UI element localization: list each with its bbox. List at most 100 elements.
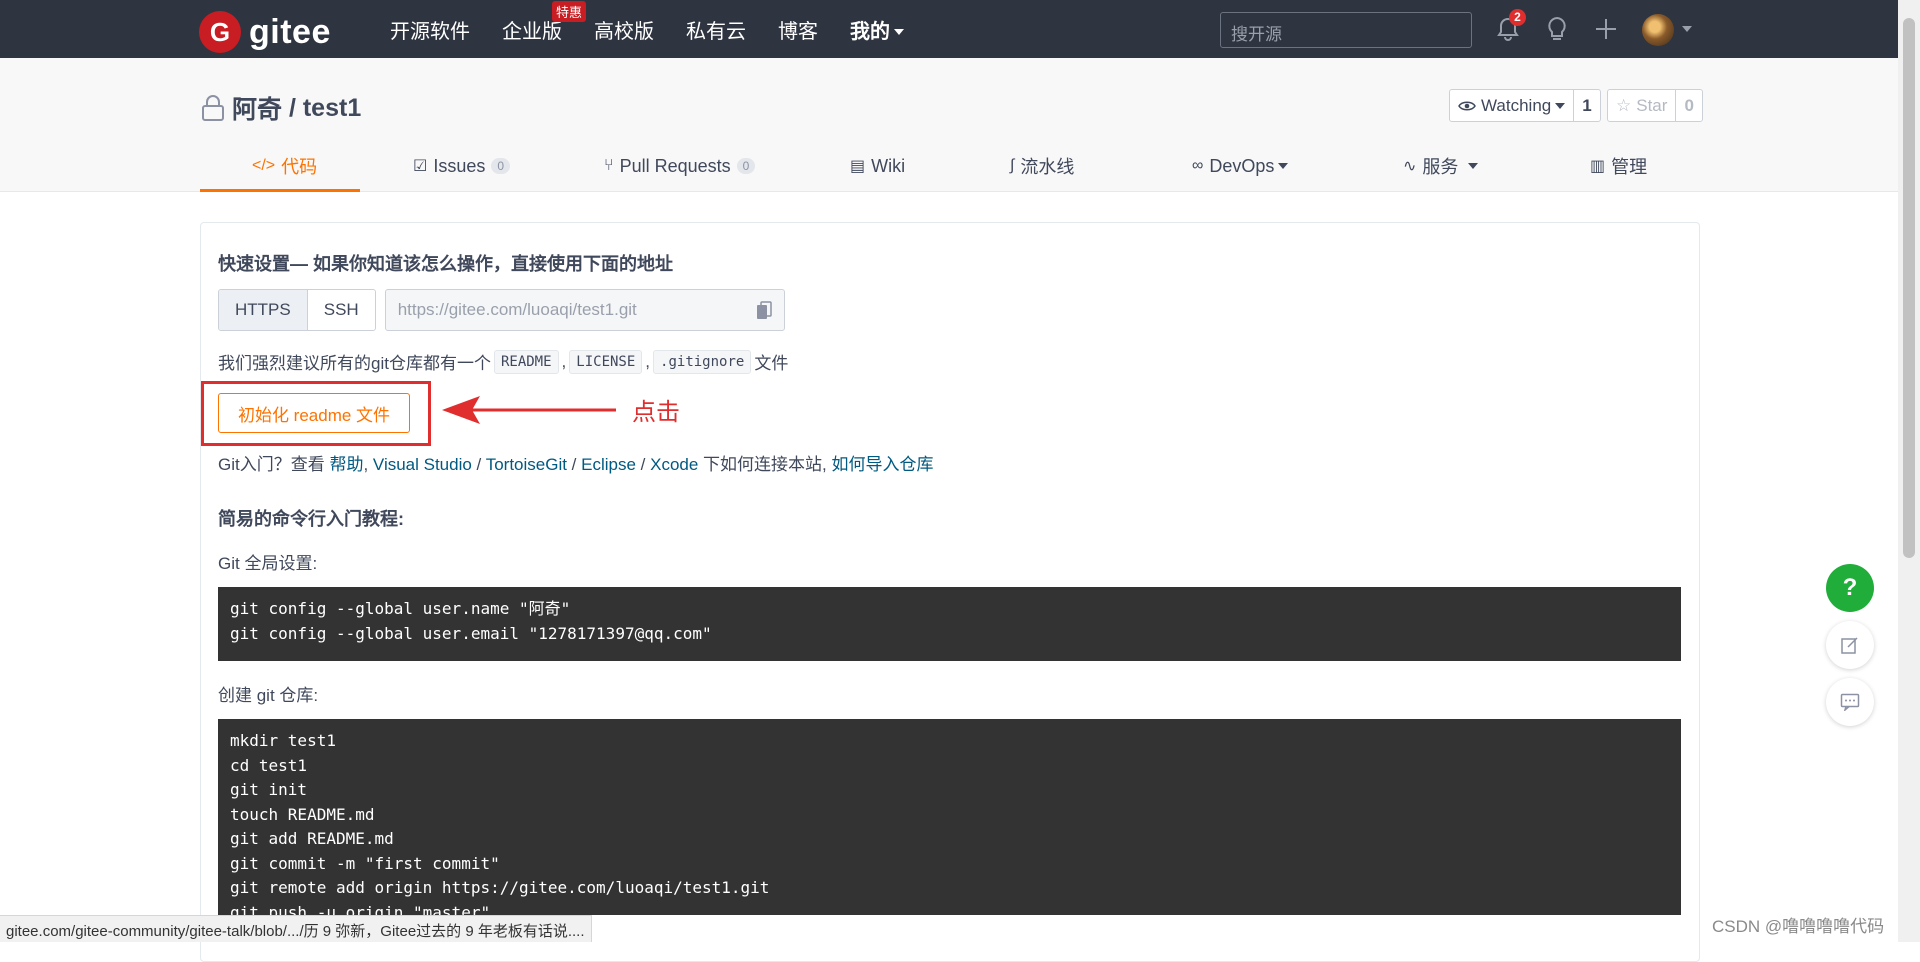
separator: / (471, 455, 486, 474)
global-settings-code: git config --global user.name "阿奇" git c… (218, 587, 1681, 661)
git-help-row: Git入门？查看 帮助, Visual Studio / TortoiseGit… (218, 450, 933, 475)
annotation-arrow-icon (442, 396, 616, 424)
repo-owner-link[interactable]: 阿奇 (232, 90, 282, 126)
main-nav: 开源软件 企业版 特惠 高校版 私有云 博客 我的 (390, 0, 936, 58)
code-line: git remote add origin https://gitee.com/… (230, 878, 770, 897)
nav-open-source[interactable]: 开源软件 (390, 15, 470, 44)
edit-icon (1841, 637, 1858, 654)
chat-icon (1840, 693, 1860, 711)
nav-education[interactable]: 高校版 (594, 15, 654, 44)
click-annotation: 点击 (632, 399, 680, 426)
license-chip: LICENSE (569, 349, 643, 374)
ssh-button[interactable]: SSH (308, 290, 375, 330)
tab-devops[interactable]: ∞ DevOps (1192, 140, 1289, 192)
scrollbar-thumb[interactable] (1903, 18, 1915, 558)
tab-manage[interactable]: ▥ 管理 (1590, 140, 1647, 192)
separator: / (635, 455, 651, 474)
visual-studio-link[interactable]: Visual Studio (373, 455, 472, 474)
nav-enterprise[interactable]: 企业版 特惠 (502, 0, 587, 44)
chevron-down-icon (894, 29, 904, 36)
tab-code[interactable]: </> 代码 (252, 140, 317, 192)
clone-url-field[interactable]: https://gitee.com/luoaqi/test1.git (384, 289, 785, 331)
pull-request-icon: ⑂ (604, 157, 614, 174)
tab-issues[interactable]: ☑ Issues 0 (413, 140, 511, 192)
star-button[interactable]: ☆ Star (1608, 90, 1675, 121)
xcode-link[interactable]: Xcode (650, 455, 698, 474)
watch-label: Watching (1481, 95, 1552, 115)
help-prefix: Git入门？查看 (218, 455, 330, 474)
suggest-suffix: 文件 (754, 354, 789, 373)
star-label: Star (1636, 95, 1668, 115)
chevron-down-icon (1468, 163, 1479, 169)
global-settings-label: Git 全局设置: (218, 554, 318, 573)
gitee-logo[interactable]: G gitee (199, 11, 331, 53)
avatar[interactable] (1642, 14, 1674, 46)
code-line: mkdir test1 (230, 731, 336, 750)
chevron-down-icon (1278, 163, 1289, 169)
tab-code-label: 代码 (281, 157, 318, 177)
nav-blog[interactable]: 博客 (778, 15, 818, 44)
init-readme-button[interactable]: 初始化 readme 文件 (218, 393, 410, 433)
plus-icon[interactable] (1591, 14, 1621, 44)
nav-private-cloud[interactable]: 私有云 (686, 15, 746, 44)
feedback-float-button[interactable] (1826, 621, 1874, 669)
tab-pipeline[interactable]: ∫ 流水线 (1010, 140, 1074, 192)
search-input[interactable]: 搜开源 (1220, 12, 1472, 48)
nav-enterprise-label: 企业版 (502, 20, 562, 43)
service-icon: ∿ (1403, 158, 1417, 175)
issues-icon: ☑ (413, 158, 428, 175)
code-line: git config --global user.name "阿奇" (230, 599, 571, 618)
comma-separator: , (561, 351, 567, 371)
code-line: git config --global user.email "12781713… (230, 623, 712, 643)
tab-wiki[interactable]: ▤ Wiki (850, 140, 905, 192)
tortoisegit-link[interactable]: TortoiseGit (486, 455, 567, 474)
nav-mine[interactable]: 我的 (850, 15, 904, 44)
chevron-down-icon[interactable] (1682, 26, 1692, 32)
gitee-logo-text: gitee (249, 12, 331, 51)
manage-icon: ▥ (1590, 158, 1606, 175)
lightbulb-icon[interactable] (1542, 14, 1572, 44)
star-icon: ☆ (1616, 95, 1632, 115)
code-line: cd test1 (230, 755, 308, 775)
create-repo-label: 创建 git 仓库: (218, 686, 319, 705)
star-count[interactable]: 0 (1675, 90, 1701, 121)
create-repo-code: mkdir test1 cd test1 git init touch READ… (218, 719, 1681, 915)
clone-url-row: HTTPS SSH https://gitee.com/luoaqi/test1… (218, 289, 785, 331)
tab-pr-label: Pull Requests (619, 155, 731, 176)
nav-mine-label: 我的 (850, 20, 890, 43)
top-navbar: G gitee 开源软件 企业版 特惠 高校版 私有云 博客 我的 搜开源 2 (0, 0, 1898, 58)
gitee-logo-mark: G (199, 11, 241, 53)
copy-icon[interactable] (756, 301, 772, 320)
watch-button[interactable]: Watching (1450, 90, 1573, 121)
help-float-button[interactable]: ? (1826, 564, 1874, 612)
import-repo-link[interactable]: 如何导入仓库 (831, 455, 933, 474)
devops-icon: ∞ (1192, 157, 1204, 174)
gitignore-chip: .gitignore (653, 349, 752, 374)
repo-path-separator: / (282, 93, 303, 122)
comment-float-button[interactable] (1826, 678, 1874, 726)
help-link[interactable]: 帮助 (329, 455, 363, 474)
browser-status-url: gitee.com/gitee-community/gitee-talk/blo… (0, 915, 592, 942)
tab-service[interactable]: ∿ 服务 (1403, 140, 1479, 192)
active-tab-indicator (200, 189, 360, 192)
tab-issues-label: Issues (433, 155, 486, 176)
promo-badge: 特惠 (552, 0, 587, 22)
code-line: git add README.md (230, 829, 394, 848)
https-button[interactable]: HTTPS (219, 290, 308, 330)
csdn-watermark: CSDN @噜噜噜噜代码 (1712, 917, 1885, 936)
watch-count[interactable]: 1 (1573, 90, 1599, 121)
eclipse-link[interactable]: Eclipse (581, 455, 636, 474)
tab-pipeline-label: 流水线 (1020, 157, 1075, 177)
tab-pull-requests[interactable]: ⑂ Pull Requests 0 (604, 140, 756, 192)
tab-manage-label: 管理 (1611, 157, 1648, 177)
tutorial-title: 简易的命令行入门教程: (218, 509, 404, 529)
protocol-switch: HTTPS SSH (218, 289, 376, 331)
comma-separator: , (645, 351, 651, 371)
code-line: git commit -m "first commit" (230, 853, 500, 873)
separator: / (566, 455, 582, 474)
tab-wiki-label: Wiki (871, 155, 906, 176)
issues-count: 0 (491, 158, 511, 174)
repo-name-link[interactable]: test1 (303, 94, 361, 123)
readme-chip: README (493, 349, 559, 374)
repo-tabs: </> 代码 ☑ Issues 0 ⑂ Pull Requests 0 ▤ Wi… (200, 140, 1700, 192)
